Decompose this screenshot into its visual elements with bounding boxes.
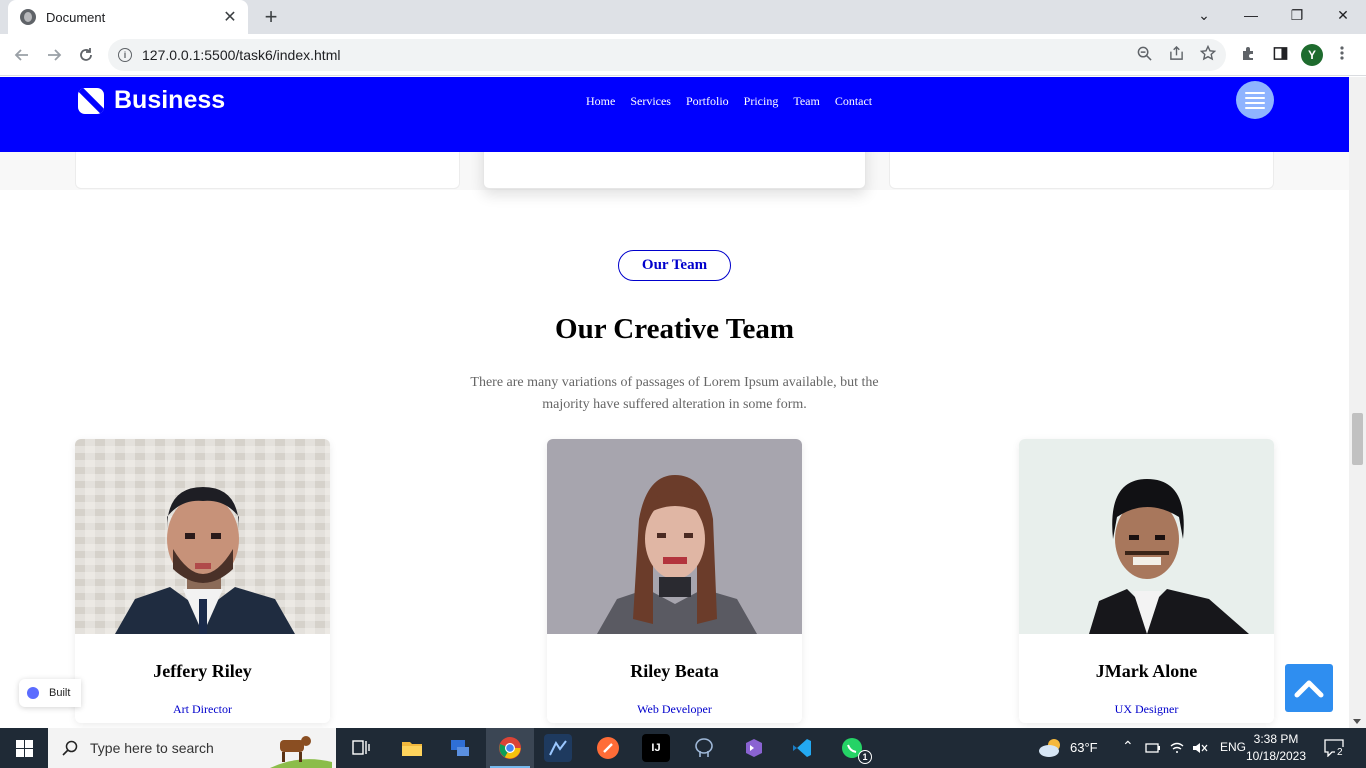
notification-count: 2 bbox=[1335, 747, 1345, 758]
nav-services[interactable]: Services bbox=[630, 94, 671, 109]
member-role: Web Developer bbox=[637, 702, 712, 716]
battery-icon[interactable] bbox=[1145, 741, 1161, 755]
tab-title: Document bbox=[46, 9, 106, 25]
chevron-up-icon bbox=[1294, 680, 1324, 698]
section-description: There are many variations of passages of… bbox=[470, 375, 879, 412]
zoom-icon[interactable] bbox=[1134, 43, 1154, 63]
nav-portfolio[interactable]: Portfolio bbox=[686, 94, 729, 109]
share-icon[interactable] bbox=[1166, 43, 1186, 63]
forward-icon[interactable] bbox=[40, 41, 68, 69]
cow-search-highlight-icon bbox=[270, 736, 332, 768]
section-title: Our Creative Team bbox=[555, 313, 794, 345]
windows-taskbar: Type here to search IJ 1 63°F ⌃ ENG 3:38… bbox=[0, 728, 1366, 768]
bookmark-star-icon[interactable] bbox=[1198, 43, 1218, 63]
member-role: UX Designer bbox=[1114, 702, 1179, 716]
team-card-riley-beata[interactable]: Riley Beata Web Developer bbox=[547, 439, 802, 723]
site-logo[interactable]: Business bbox=[78, 86, 225, 115]
site-header: Business Home Services Portfolio Pricing… bbox=[0, 77, 1349, 152]
weather-cloud-icon bbox=[1039, 739, 1060, 757]
chrome-icon[interactable] bbox=[496, 734, 524, 762]
browser-tab-bar: Document ✕ + ⌄ — ❐ ✕ bbox=[0, 0, 1366, 34]
whatsapp-badge: 1 bbox=[858, 750, 872, 764]
clock-time: 3:38 PM bbox=[1253, 732, 1299, 746]
member-name: Jeffery Riley bbox=[153, 661, 252, 681]
team-card-jmark-alone[interactable]: JMark Alone UX Designer bbox=[1019, 439, 1274, 723]
dbeaver-icon[interactable] bbox=[544, 734, 572, 762]
team-photo bbox=[547, 439, 802, 634]
postman-icon[interactable] bbox=[594, 734, 622, 762]
nav-pricing[interactable]: Pricing bbox=[744, 94, 779, 109]
section-tag: Our Team bbox=[618, 250, 731, 281]
page-scrollbar[interactable] bbox=[1349, 77, 1366, 728]
main-nav: Home Services Portfolio Pricing Team Con… bbox=[586, 94, 872, 109]
page-viewport: Business Home Services Portfolio Pricing… bbox=[0, 77, 1349, 728]
whatsapp-icon[interactable]: 1 bbox=[838, 734, 872, 764]
restore-button[interactable]: ❐ bbox=[1274, 0, 1320, 30]
scroll-down-arrow-icon[interactable] bbox=[1353, 719, 1361, 724]
hamburger-menu-icon[interactable] bbox=[1236, 81, 1274, 119]
vscode-icon[interactable] bbox=[788, 734, 816, 762]
new-tab-button[interactable]: + bbox=[258, 4, 284, 30]
more-menu-icon[interactable] bbox=[1332, 43, 1352, 63]
built-widget[interactable]: Built bbox=[19, 679, 81, 707]
start-button[interactable] bbox=[0, 728, 48, 768]
task-view-icon[interactable] bbox=[348, 734, 376, 762]
nav-contact[interactable]: Contact bbox=[835, 94, 872, 109]
nav-home[interactable]: Home bbox=[586, 94, 615, 109]
tray-chevron-up-icon[interactable]: ⌃ bbox=[1122, 738, 1134, 755]
team-photo bbox=[1019, 439, 1274, 634]
url-text[interactable]: 127.0.0.1:5500/task6/index.html bbox=[142, 47, 340, 63]
logo-icon bbox=[78, 87, 104, 114]
system-clock[interactable]: 3:38 PM 10/18/2023 bbox=[1244, 731, 1308, 765]
tab-search-icon[interactable]: ⌄ bbox=[1181, 0, 1227, 30]
taskbar-search[interactable]: Type here to search bbox=[48, 728, 336, 768]
reload-icon[interactable] bbox=[72, 41, 100, 69]
browser-tab[interactable]: Document ✕ bbox=[8, 0, 248, 34]
site-info-icon[interactable]: i bbox=[118, 48, 132, 62]
intellij-icon[interactable]: IJ bbox=[642, 734, 670, 762]
logo-text: Business bbox=[114, 86, 226, 114]
profile-avatar[interactable]: Y bbox=[1301, 44, 1323, 66]
member-name: Riley Beata bbox=[630, 661, 719, 681]
extensions-icon[interactable] bbox=[1238, 43, 1258, 63]
scroll-to-top-button[interactable] bbox=[1285, 664, 1333, 712]
file-explorer-icon[interactable] bbox=[398, 734, 426, 762]
side-panel-icon[interactable] bbox=[1270, 43, 1290, 63]
scrollbar-thumb[interactable] bbox=[1352, 413, 1363, 465]
visual-studio-icon[interactable] bbox=[740, 734, 768, 762]
search-placeholder: Type here to search bbox=[90, 740, 214, 756]
member-role: Art Director bbox=[173, 702, 232, 716]
clock-date: 10/18/2023 bbox=[1245, 749, 1307, 763]
input-language[interactable]: ENG bbox=[1220, 740, 1246, 754]
nav-team[interactable]: Team bbox=[793, 94, 819, 109]
address-bar[interactable]: i 127.0.0.1:5500/task6/index.html bbox=[108, 39, 1226, 71]
minimize-button[interactable]: — bbox=[1228, 0, 1274, 30]
built-widget-label: Built bbox=[49, 687, 71, 699]
windows-logo-icon bbox=[15, 739, 33, 757]
team-photo bbox=[75, 439, 330, 634]
built-widget-icon bbox=[27, 687, 39, 699]
volume-muted-icon[interactable] bbox=[1192, 741, 1208, 755]
member-name: JMark Alone bbox=[1095, 661, 1198, 681]
back-icon[interactable] bbox=[8, 41, 36, 69]
team-card-jeffery-riley[interactable]: Jeffery Riley Art Director bbox=[75, 439, 330, 723]
globe-icon bbox=[20, 9, 36, 25]
tab-close-icon[interactable]: ✕ bbox=[218, 5, 242, 29]
network-app-icon[interactable] bbox=[446, 734, 474, 762]
window-close-button[interactable]: ✕ bbox=[1320, 0, 1366, 30]
weather-temp[interactable]: 63°F bbox=[1070, 740, 1098, 755]
wifi-icon[interactable] bbox=[1169, 741, 1185, 755]
postgresql-icon[interactable] bbox=[690, 734, 718, 762]
search-icon bbox=[62, 740, 78, 756]
browser-toolbar: i 127.0.0.1:5500/task6/index.html Y bbox=[0, 34, 1366, 76]
